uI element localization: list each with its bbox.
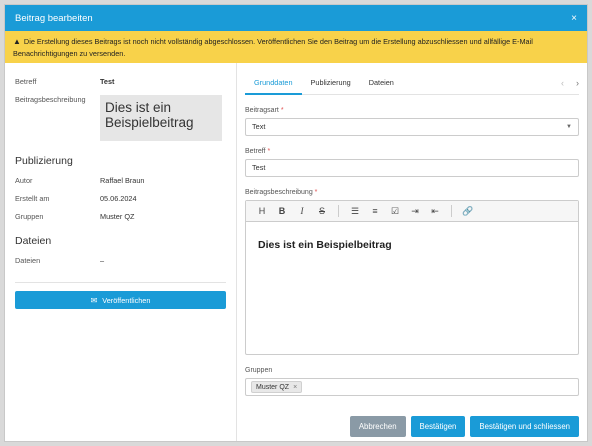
- publish-button-label: Veröffentlichen: [102, 295, 151, 305]
- group-chip: Muster QZ ×: [251, 381, 303, 393]
- edit-post-dialog: Beitrag bearbeiten × ▲ Die Erstellung die…: [4, 4, 588, 442]
- checklist-icon[interactable]: ☑: [385, 206, 405, 217]
- indent-icon[interactable]: ⇥: [405, 206, 425, 217]
- betreff-label: Betreff: [15, 77, 37, 86]
- subject-input[interactable]: Test: [245, 159, 579, 177]
- form-panel: Grunddaten Publizierung Dateien ‹ › Beit…: [237, 63, 587, 441]
- dialog-titlebar: Beitrag bearbeiten ×: [5, 5, 587, 31]
- summary-panel: Betreff Test Beitragsbeschreibung Dies i…: [5, 63, 237, 441]
- divider: [15, 282, 226, 283]
- groups-value: Muster QZ: [100, 212, 135, 221]
- files-label: Dateien: [15, 256, 41, 265]
- subject-value: Test: [252, 163, 266, 172]
- chevron-down-icon: ▼: [566, 124, 572, 130]
- author-label: Autor: [15, 176, 33, 185]
- chevron-left-icon[interactable]: ‹: [561, 73, 564, 93]
- remove-chip-icon[interactable]: ×: [293, 384, 297, 391]
- heading-icon[interactable]: H: [252, 206, 272, 216]
- bullet-list-icon[interactable]: ☰: [345, 206, 365, 217]
- tab-dateien[interactable]: Dateien: [360, 73, 403, 95]
- tab-grunddaten[interactable]: Grunddaten: [245, 73, 302, 95]
- post-type-value: Text: [252, 122, 266, 131]
- groups-input[interactable]: Muster QZ ×: [245, 378, 579, 396]
- publish-button[interactable]: ✉ Veröffentlichen: [15, 291, 226, 309]
- editor-toolbar: H B I S ☰ ≡ ☑ ⇥ ⇤ 🔗: [246, 201, 578, 222]
- close-icon[interactable]: ×: [571, 13, 577, 24]
- tab-bar: Grunddaten Publizierung Dateien ‹ ›: [245, 73, 579, 95]
- strikethrough-icon[interactable]: S: [312, 206, 332, 216]
- description-preview: Dies ist ein Beispielbeitrag: [100, 95, 222, 141]
- chevron-right-icon[interactable]: ›: [576, 73, 579, 93]
- groups-label: Gruppen: [15, 212, 44, 221]
- dialog-title: Beitrag bearbeiten: [15, 12, 93, 24]
- files-value: –: [100, 256, 105, 265]
- link-icon[interactable]: 🔗: [458, 206, 478, 217]
- bold-icon[interactable]: B: [272, 206, 292, 216]
- confirm-button[interactable]: Bestätigen: [410, 416, 466, 437]
- subject-label: Betreff *: [245, 148, 271, 155]
- warning-triangle-icon: ▲: [13, 37, 21, 46]
- author-value: Raffael Braun: [100, 176, 145, 185]
- betreff-value: Test: [100, 77, 115, 86]
- files-heading: Dateien: [15, 235, 52, 247]
- toolbar-divider: [338, 205, 339, 217]
- description-label: Beitragsbeschreibung: [15, 95, 86, 104]
- post-type-label: Beitragsart *: [245, 107, 284, 114]
- confirm-close-button[interactable]: Bestätigen und schliessen: [470, 416, 579, 437]
- publication-heading: Publizierung: [15, 155, 73, 167]
- outdent-icon[interactable]: ⇤: [425, 206, 445, 217]
- created-label: Erstellt am: [15, 194, 50, 203]
- tab-publizierung[interactable]: Publizierung: [302, 73, 360, 95]
- envelope-icon: ✉: [90, 295, 98, 305]
- rich-text-editor[interactable]: H B I S ☰ ≡ ☑ ⇥ ⇤ 🔗 Dies ist ein Beispie…: [245, 200, 579, 355]
- warning-banner: ▲ Die Erstellung dieses Beitrags ist noch…: [5, 31, 587, 63]
- cancel-button[interactable]: Abbrechen: [349, 416, 406, 437]
- italic-icon[interactable]: I: [292, 206, 312, 216]
- numbered-list-icon[interactable]: ≡: [365, 206, 385, 216]
- toolbar-divider: [451, 205, 452, 217]
- editor-content[interactable]: Dies ist ein Beispielbeitrag: [246, 222, 578, 268]
- created-value: 05.06.2024: [100, 194, 137, 203]
- description-field-label: Beitragsbeschreibung *: [245, 189, 318, 196]
- groups-field-label: Gruppen: [245, 367, 273, 374]
- action-buttons: Abbrechen Bestätigen Bestätigen und schl…: [349, 416, 579, 437]
- warning-text: Die Erstellung dieses Beitrags ist noch …: [13, 37, 533, 58]
- post-type-select[interactable]: Text ▼: [245, 118, 579, 136]
